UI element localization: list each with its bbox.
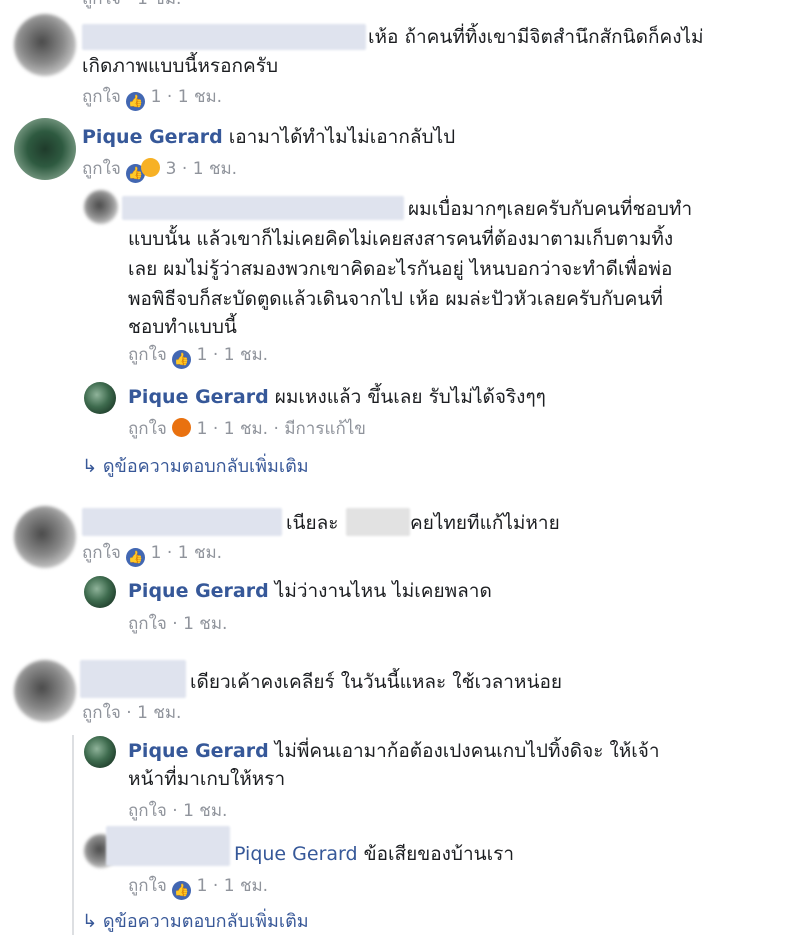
avatar[interactable] [84,736,116,768]
like-link[interactable]: ถูกใจ [82,87,121,107]
edited-link[interactable]: มีการแก้ไข [284,419,366,439]
avatar[interactable] [84,190,118,224]
redacted-text [346,508,410,536]
reply-text: ชอบทำแบบนี้ [128,316,237,338]
reply-text: ไม่พี่คนเอามาก้อต้องเปงคนเกบไปทิ้งดิจะ ใ… [274,740,660,762]
comment-0-meta: ถูกใจ · 1 ชม. [82,0,181,10]
reply-meta: ถูกใจ 👍 1 · 1 ชม. [128,875,268,900]
author-name-redacted[interactable] [82,508,282,536]
reply-arrow-icon: ↳ [82,456,98,477]
thread-line [72,735,74,935]
like-link[interactable]: ถูกใจ [128,614,167,634]
author-name[interactable]: Pique Gerard [128,386,269,408]
reply-body: Pique Gerard ไม่พี่คนเอามาก้อต้องเปงคนเก… [128,738,660,764]
like-link[interactable]: ถูกใจ [128,876,167,896]
like-icon[interactable]: 👍 [126,548,146,567]
comment-meta: ถูกใจ 👍 1 · 1 ชม. [82,542,222,567]
reply-meta: ถูกใจ · 1 ชม. [128,801,228,821]
timestamp[interactable]: 1 ชม. [224,419,268,439]
like-link[interactable]: ถูกใจ [82,159,121,179]
reply-meta: ถูกใจ 1 · 1 ชม. · มีการแก้ไข [128,418,366,439]
timestamp[interactable]: 1 ชม. [224,876,268,896]
like-icon[interactable]: 👍 [172,881,192,900]
timestamp[interactable]: 1 ชม. [178,87,222,107]
like-icon[interactable]: 👍 [172,350,192,369]
timestamp[interactable]: 1 ชม. [137,703,181,723]
reaction-count[interactable]: 1 [151,87,162,107]
avatar[interactable] [14,118,76,180]
comment-meta: ถูกใจ 👍 1 · 1 ชม. [82,86,222,111]
reply-text: พอพิธีจบก็สะบัดตูดแล้วเดินจากไป เห้อ ผมล… [128,288,663,310]
comment-text: เดียวเค้าคงเคลียร์ ในวันนี้แหละ ใช้เวลาห… [190,671,562,693]
author-name-redacted[interactable] [106,826,230,866]
reply-text: ผมเหงแล้ว ขึ้นเลย รับไม่ได้จริงๆๆ [274,386,546,408]
timestamp[interactable]: 1 ชม. [183,614,227,634]
timestamp[interactable]: 1 ชม. [137,0,181,9]
comment-text: เอามาได้ทำไมไม่เอากลับไป [228,126,456,148]
reaction-count[interactable]: 1 [197,419,208,439]
reaction-count[interactable]: 1 [197,345,208,365]
reaction-count[interactable]: 1 [197,876,208,896]
view-more-replies-link[interactable]: ↳ ดูข้อความตอบกลับเพิ่มเติม [82,455,309,479]
timestamp[interactable]: 1 ชม. [224,345,268,365]
avatar[interactable] [84,576,116,608]
like-link[interactable]: ถูกใจ [128,345,167,365]
author-name-redacted[interactable] [122,196,404,220]
angry-icon[interactable] [172,418,192,437]
reply-meta: ถูกใจ · 1 ชม. [128,614,228,634]
avatar[interactable] [14,660,76,722]
reply-text: เลย ผมไม่รู้ว่าสมองพวกเขาคิดอะไรกันอยู่ … [128,258,673,280]
reply-body: Pique Gerard ไม่ว่างานไหน ไม่เคยพลาด [128,578,492,604]
comment-meta: ถูกใจ 👍 3 · 1 ชม. [82,158,237,183]
comment-text: เห้อ ถ้าคนที่ทิ้งเขามีจิตสำนึกสักนิดก็คง… [368,26,704,48]
reply-body: Pique Gerard ผมเหงแล้ว ขึ้นเลย รับไม่ได้… [128,384,546,410]
comment-meta: ถูกใจ · 1 ชม. [82,703,182,723]
reply-text: ผมเบื่อมากๆเลยครับกับคนที่ชอบทำ [408,198,693,220]
view-more-replies-link[interactable]: ↳ ดูข้อความตอบกลับเพิ่มเติม [82,910,309,934]
timestamp[interactable]: 1 ชม. [183,801,227,821]
author-name[interactable]: Pique Gerard [128,580,269,602]
like-link[interactable]: ถูกใจ [82,703,121,723]
reaction-count[interactable]: 1 [151,543,162,563]
author-name[interactable]: Pique Gerard [82,126,223,148]
mention-link[interactable]: Pique Gerard [234,843,358,865]
wow-icon[interactable] [141,158,161,177]
comment-body: Pique Gerard เอามาได้ทำไมไม่เอากลับไป [82,124,455,150]
reply-text: หน้าที่มาเกบให้หรา [128,768,286,790]
avatar[interactable] [84,382,116,414]
author-name[interactable]: Pique Gerard [128,740,269,762]
comment-text: เนียละ [286,512,339,534]
reply-text: ไม่ว่างานไหน ไม่เคยพลาด [274,580,492,602]
timestamp[interactable]: 1 ชม. [178,543,222,563]
like-icon[interactable]: 👍 [126,92,146,111]
like-link[interactable]: ถูกใจ [128,801,167,821]
author-name-redacted[interactable] [82,24,366,50]
avatar[interactable] [14,506,76,568]
author-name-redacted[interactable] [80,660,186,698]
like-link[interactable]: ถูกใจ [128,419,167,439]
comment-text: คยไทยทีแก้ไม่หาย [410,512,560,534]
reply-arrow-icon: ↳ [82,911,98,932]
timestamp[interactable]: 1 ชม. [193,159,237,179]
reply-meta: ถูกใจ 👍 1 · 1 ชม. [128,344,268,369]
like-link[interactable]: ถูกใจ [82,0,121,9]
comment-text: เกิดภาพแบบนี้หรอกครับ [82,55,279,77]
reply-text: ข้อเสียของบ้านเรา [363,843,514,865]
reply-text: แบบนั้น แล้วเขาก็ไม่เคยคิดไม่เคยสงสารคนท… [128,228,674,250]
reaction-count[interactable]: 3 [166,159,177,179]
like-link[interactable]: ถูกใจ [82,543,121,563]
avatar[interactable] [14,14,76,76]
reply-body: Pique Gerard ข้อเสียของบ้านเรา [234,841,514,867]
